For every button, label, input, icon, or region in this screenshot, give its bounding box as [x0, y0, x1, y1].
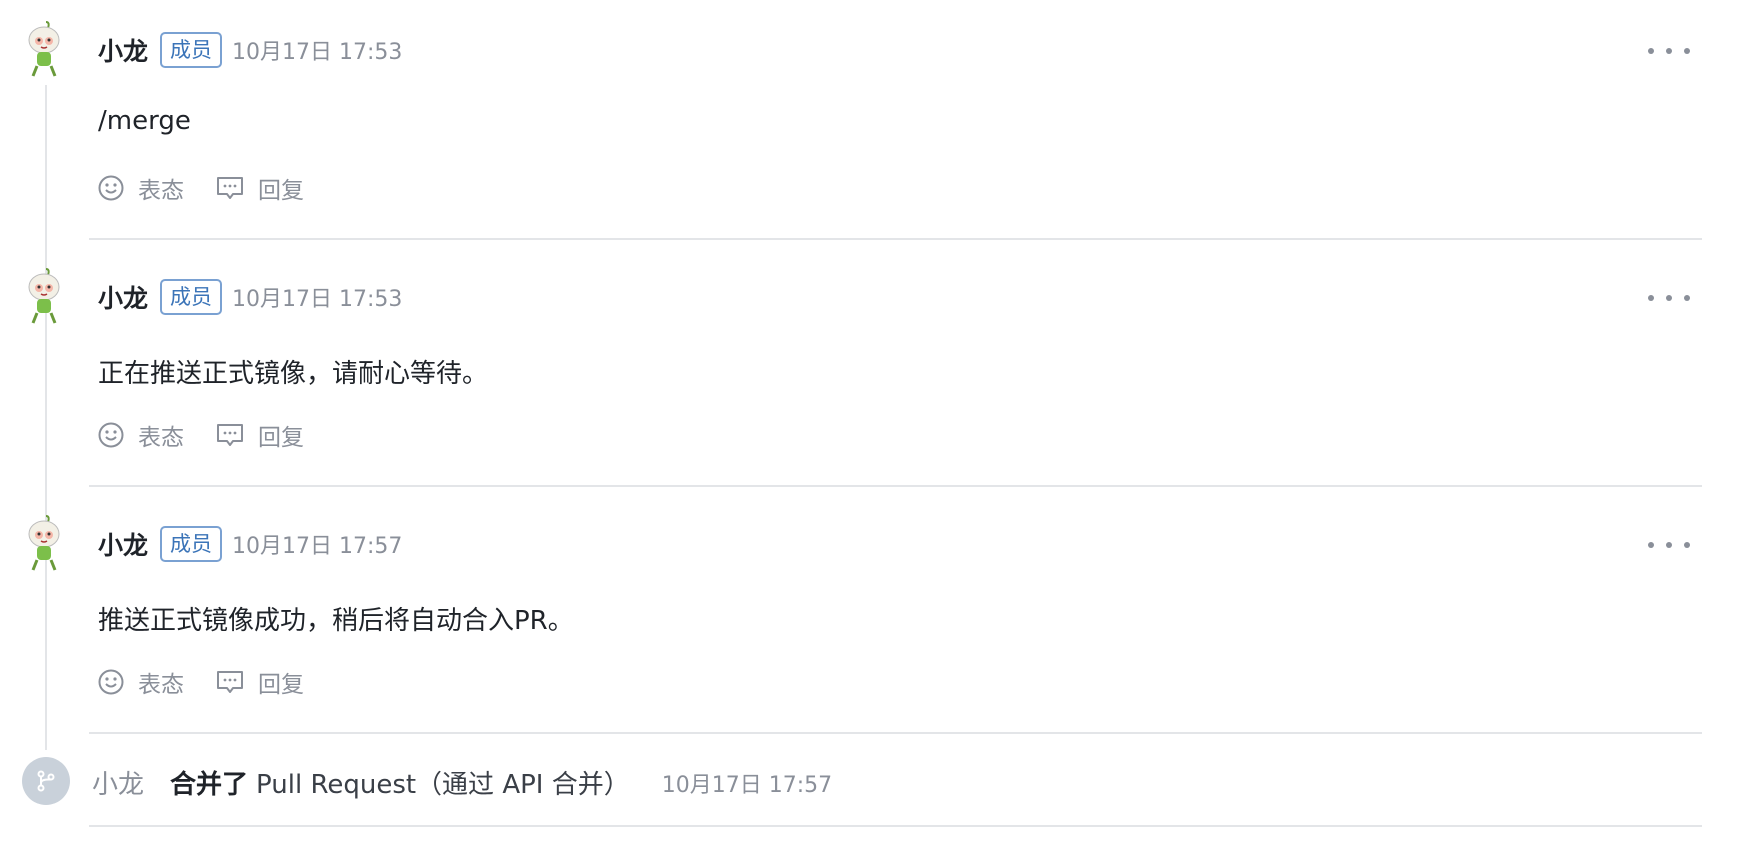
- more-options-icon[interactable]: [1648, 38, 1690, 64]
- react-button[interactable]: 表态: [98, 665, 184, 699]
- role-badge: 成员: [160, 32, 223, 68]
- comment-body: 正在推送正式镜像，请耐心等待。: [98, 359, 489, 389]
- divider: [89, 732, 1702, 734]
- smiley-icon: [98, 422, 124, 448]
- role-badge: 成员: [160, 526, 223, 562]
- comment-actions: 表态 回复: [98, 171, 304, 205]
- comment-body: 推送正式镜像成功，稍后将自动合入PR。: [98, 606, 574, 636]
- comment-header: 小龙 成员 10月17日 17:53: [98, 30, 402, 70]
- reply-label: 回复: [258, 672, 304, 698]
- author-name[interactable]: 小龙: [98, 279, 148, 315]
- event-time: 10月17日 17:57: [661, 772, 833, 798]
- timestamp: 10月17日 17:57: [232, 534, 403, 559]
- react-label: 表态: [138, 178, 184, 204]
- react-label: 表态: [138, 425, 184, 451]
- merge-event: 小龙 合并了 Pull Request（通过 API 合并） 10月17日 17…: [0, 740, 1762, 820]
- event-user[interactable]: 小龙: [92, 764, 144, 801]
- event-title: Pull Request（通过 API 合并）: [256, 770, 630, 800]
- divider: [89, 485, 1702, 487]
- more-options-icon[interactable]: [1648, 285, 1690, 311]
- reply-button[interactable]: 回复: [216, 171, 304, 205]
- merge-event-text: 小龙 合并了 Pull Request（通过 API 合并） 10月17日 17…: [92, 764, 832, 801]
- comment-actions: 表态 回复: [98, 665, 304, 699]
- reply-button[interactable]: 回复: [216, 418, 304, 452]
- avatar[interactable]: [20, 20, 68, 80]
- smiley-icon: [98, 669, 124, 695]
- comment-icon: [217, 177, 243, 199]
- timestamp: 10月17日 17:53: [232, 287, 403, 312]
- reply-label: 回复: [258, 425, 304, 451]
- author-name[interactable]: 小龙: [98, 32, 148, 68]
- more-options-icon[interactable]: [1648, 532, 1690, 558]
- react-label: 表态: [138, 672, 184, 698]
- event-action: 合并了: [170, 770, 249, 800]
- comment-header: 小龙 成员 10月17日 17:53: [98, 277, 402, 317]
- reply-label: 回复: [258, 178, 304, 204]
- role-badge: 成员: [160, 279, 223, 315]
- avatar[interactable]: [20, 514, 68, 574]
- react-button[interactable]: 表态: [98, 171, 184, 205]
- react-button[interactable]: 表态: [98, 418, 184, 452]
- divider: [89, 825, 1702, 827]
- git-merge-icon: [22, 757, 70, 805]
- comment-icon: [217, 424, 243, 446]
- avatar[interactable]: [20, 267, 68, 327]
- comment-icon: [217, 671, 243, 693]
- divider: [89, 238, 1702, 240]
- comment-item: 小龙 成员 10月17日 17:53 /merge 表态 回复: [0, 0, 1762, 247]
- comment-header: 小龙 成员 10月17日 17:57: [98, 524, 402, 564]
- comment-item: 小龙 成员 10月17日 17:53 正在推送正式镜像，请耐心等待。 表态 回复: [0, 247, 1762, 494]
- reply-button[interactable]: 回复: [216, 665, 304, 699]
- comment-actions: 表态 回复: [98, 418, 304, 452]
- comment-body: /merge: [98, 106, 191, 136]
- timestamp: 10月17日 17:53: [232, 40, 403, 65]
- comment-item: 小龙 成员 10月17日 17:57 推送正式镜像成功，稍后将自动合入PR。 表…: [0, 494, 1762, 741]
- smiley-icon: [98, 175, 124, 201]
- author-name[interactable]: 小龙: [98, 526, 148, 562]
